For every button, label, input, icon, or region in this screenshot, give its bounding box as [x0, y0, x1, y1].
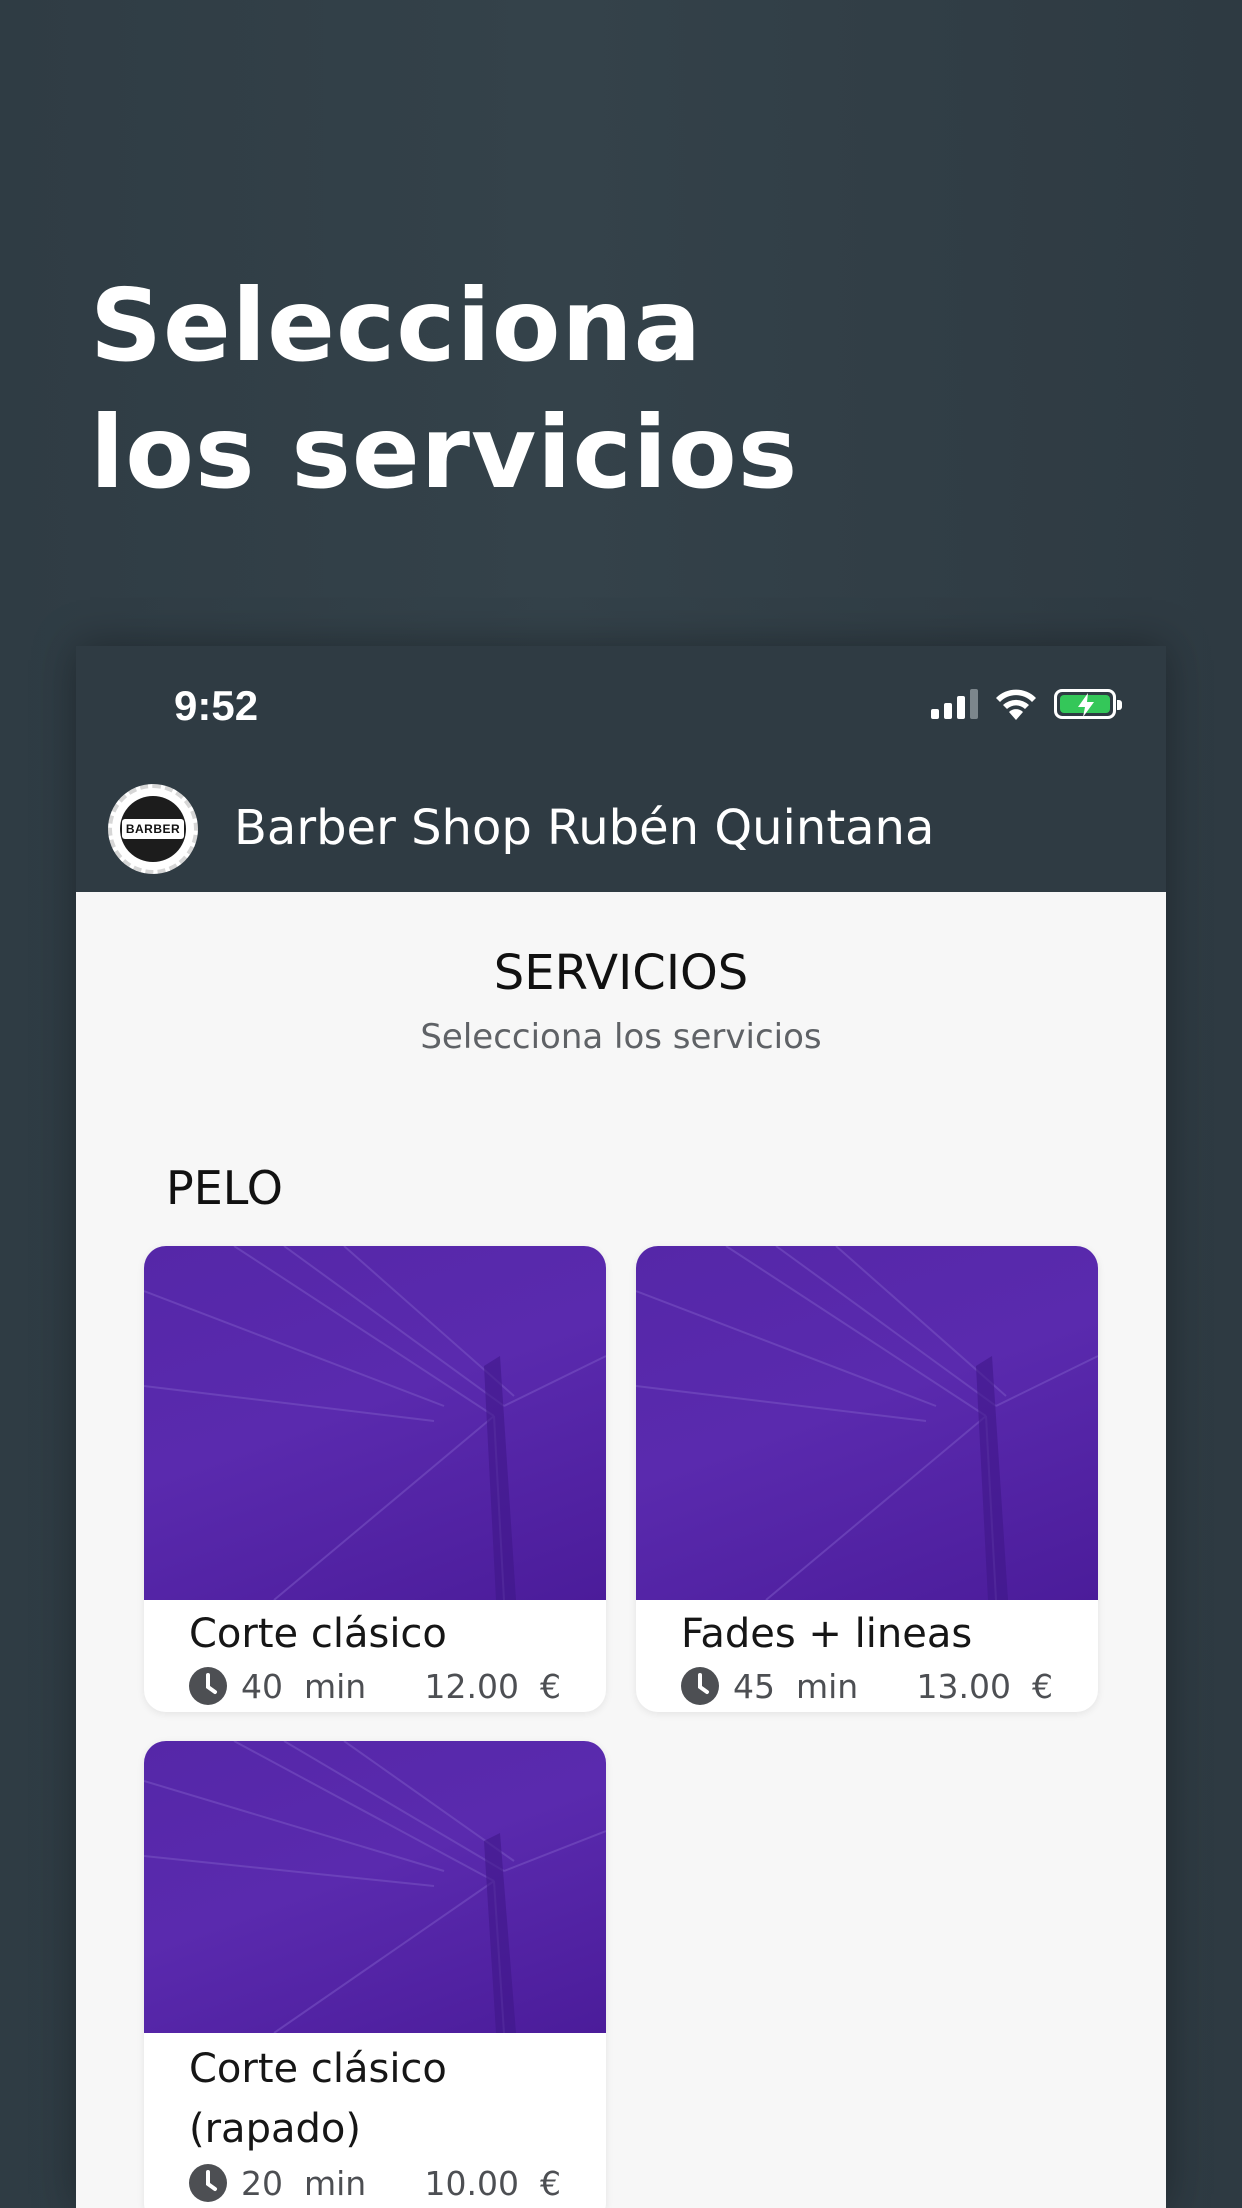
promo-title: Selecciona los servicios — [90, 262, 798, 516]
page-subtitle: Selecciona los servicios — [420, 1017, 822, 1057]
category-label: PELO — [166, 1161, 283, 1215]
clock-icon — [189, 1667, 227, 1705]
app-header: 9:52 BARBER Barber Shop Rubén Quintana — [76, 646, 1166, 892]
service-meta: 40 min 12.00 € — [189, 1664, 561, 1708]
service-duration: 20 min — [241, 2163, 367, 2203]
battery-charging-icon — [1054, 689, 1122, 719]
service-price: 13.00 € — [916, 1666, 1053, 1706]
clock-icon — [681, 1667, 719, 1705]
service-price: 12.00 € — [424, 1666, 561, 1706]
page-title: SERVICIOS — [493, 945, 749, 1001]
service-name: Fades + lineas — [681, 1611, 973, 1657]
cellular-signal-icon — [931, 689, 978, 719]
service-name: Corte clásico — [189, 1611, 447, 1657]
service-card[interactable]: Corte clásico 40 min 12.00 € — [144, 1246, 606, 1712]
status-time: 9:52 — [174, 682, 259, 729]
promo-title-line-1: Selecciona — [90, 267, 703, 384]
service-duration: 45 min — [733, 1666, 859, 1706]
service-meta: 20 min 10.00 € — [189, 2161, 561, 2205]
service-image — [144, 1741, 606, 2033]
phone-screen: 9:52 BARBER Barber Shop Rubén Quintana S… — [76, 646, 1166, 2208]
logo-text: BARBER — [121, 819, 185, 839]
status-icons — [931, 684, 1122, 724]
service-card[interactable]: Fades + lineas 45 min 13.00 € — [636, 1246, 1098, 1712]
service-meta: 45 min 13.00 € — [681, 1664, 1053, 1708]
service-card[interactable]: Corte clásico (rapado) 20 min 10.00 € — [144, 1741, 606, 2208]
service-name: Corte clásico (rapado) — [189, 2046, 447, 2152]
clock-icon — [189, 2164, 227, 2202]
shop-name: Barber Shop Rubén Quintana — [234, 800, 935, 856]
service-image — [636, 1246, 1098, 1600]
service-duration: 40 min — [241, 1666, 367, 1706]
service-image — [144, 1246, 606, 1600]
promo-title-line-2: los servicios — [90, 394, 799, 511]
wifi-icon — [996, 689, 1036, 720]
shop-logo[interactable]: BARBER — [108, 784, 198, 874]
service-price: 10.00 € — [424, 2163, 561, 2203]
